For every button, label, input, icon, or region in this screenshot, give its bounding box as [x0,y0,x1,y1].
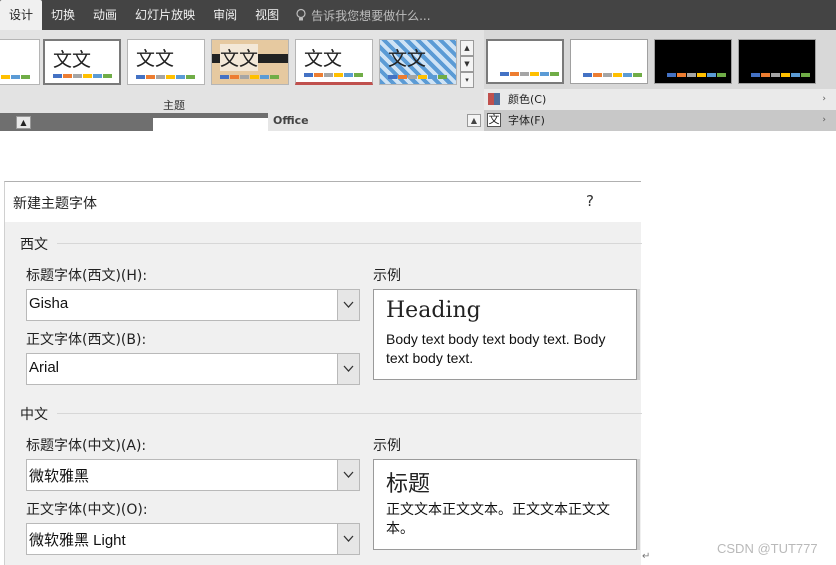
theme-thumb[interactable]: 文文 [295,39,373,85]
variant-swatches [751,73,811,77]
gallery-scroll: ▲ ▼ ▾ [460,40,474,88]
variant-swatches [583,73,643,77]
menu-item-fonts[interactable]: 文 字体(F) › [484,110,836,131]
tab-review[interactable]: 审阅 [204,0,246,30]
asian-sample-preview: 标题 正文文本正文文本。正文文本正文文本。 [373,459,637,550]
theme-thumb-text: 文文 [220,44,259,71]
chevron-down-icon [343,535,354,542]
western-sample-preview: Heading Body text body text body text. B… [373,289,637,380]
variants-gallery [484,30,836,89]
sample-heading: Heading [386,298,481,323]
scroll-up-icon[interactable]: ▲ [460,40,474,56]
section-divider [57,413,642,414]
western-heading-font-label: 标题字体(西文)(H): [26,268,148,284]
tab-view[interactable]: 视图 [246,0,288,30]
asian-heading-font-label: 标题字体(中文)(A): [26,438,147,454]
help-icon[interactable]: ? [586,192,594,210]
dropdown-button[interactable] [337,290,359,320]
theme-swatches [0,75,31,79]
sample-edge [637,459,640,550]
dropdown-button[interactable] [337,460,359,490]
fonts-icon: 文 [487,113,501,127]
chevron-down-icon [343,471,354,478]
sample-heading: 标题 [386,472,431,497]
office-label: Office [273,114,309,127]
theme-gallery: 文文 文文 文文 文文 文文 ▲ ▼ ▾ 主题 [0,30,484,115]
theme-swatches [53,74,113,78]
chevron-right-icon: › [822,115,826,125]
lightbulb-icon [294,8,308,22]
tab-animations[interactable]: 动画 [84,0,126,30]
asian-heading-font-select[interactable]: 微软雅黑 [26,459,360,491]
western-sample-label: 示例 [373,268,401,284]
asian-body-font-select[interactable]: 微软雅黑 Light [26,523,360,555]
theme-thumb[interactable]: 文文 [379,39,457,85]
scroll-up-icon[interactable]: ▲ [16,116,31,129]
theme-thumb[interactable]: 文文 [211,39,289,85]
chevron-down-icon [343,365,354,372]
menu-item-colors[interactable]: 颜色(C) › [484,89,836,110]
colors-icon [487,92,501,106]
dropdown-button[interactable] [337,524,359,554]
asian-body-font-label: 正文字体(中文)(O): [26,502,148,518]
theme-thumb-text: 文文 [304,48,343,70]
western-heading-font-select[interactable]: Gisha [26,289,360,321]
paragraph-mark-icon: ↵ [642,551,651,562]
variant-thumb[interactable] [738,39,816,84]
variant-swatches [500,72,560,76]
theme-swatches [304,73,364,77]
sample-body: 正文文本正文文本。正文文本正文文本。 [386,501,610,536]
asian-section-label: 中文 [20,407,48,423]
dialog-titlebar: 新建主题字体 ? [5,182,642,222]
section-divider [57,243,642,244]
tab-slideshow[interactable]: 幻灯片放映 [126,0,204,30]
theme-swatches [220,75,280,79]
theme-thumb[interactable]: 文文 [127,39,205,85]
theme-swatches [136,75,196,79]
fonts-label: 字体(F) [508,114,545,127]
theme-thumb-text: 文文 [53,49,92,71]
variant-thumb[interactable] [486,39,564,84]
theme-thumb-text: 文文 [136,48,175,70]
ribbon-tab-bar: 设计 切换 动画 幻灯片放映 审阅 视图 告诉我您想要做什么... [0,0,836,30]
theme-swatches [388,75,448,79]
asian-heading-font-value: 微软雅黑 [29,468,90,485]
asian-body-font-value: 微软雅黑 Light [29,532,126,549]
tell-me-box[interactable]: 告诉我您想要做什么... [294,7,431,24]
sample-edge [637,289,640,380]
dialog-title: 新建主题字体 [13,196,97,212]
tab-transitions[interactable]: 切换 [42,0,84,30]
tab-design[interactable]: 设计 [0,0,43,30]
variant-thumb[interactable] [570,39,648,84]
variant-thumb[interactable] [654,39,732,84]
western-body-font-value: Arial [29,359,60,376]
colors-label: 颜色(C) [508,93,547,106]
dropdown-button[interactable] [337,354,359,384]
theme-thumb-office[interactable]: 文文 [43,39,121,85]
scroll-up-icon[interactable]: ▲ [467,114,481,127]
theme-thumb[interactable] [0,39,40,85]
themes-group-label: 主题 [163,99,185,112]
sample-body: Body text body text body text. Body text… [386,331,606,366]
office-font-header: Office ▲ [268,110,484,131]
chevron-down-icon [343,301,354,308]
strip-blank [153,118,268,131]
asian-sample-label: 示例 [373,438,401,454]
western-heading-font-value: Gisha [29,295,69,312]
scroll-down-icon[interactable]: ▼ [460,56,474,72]
chevron-right-icon: › [822,94,826,104]
western-section-label: 西文 [20,237,48,253]
western-body-font-label: 正文字体(西文)(B): [26,332,147,348]
western-body-font-select[interactable]: Arial [26,353,360,385]
tell-me-text: 告诉我您想要做什么... [311,8,431,23]
more-icon[interactable]: ▾ [460,72,474,88]
new-theme-fonts-dialog: 新建主题字体 ? 西文 标题字体(西文)(H): Gisha 正文字体(西文)(… [4,181,642,565]
watermark: CSDN @TUT777 [717,541,818,556]
variant-swatches [667,73,727,77]
theme-thumb-text: 文文 [388,48,427,70]
